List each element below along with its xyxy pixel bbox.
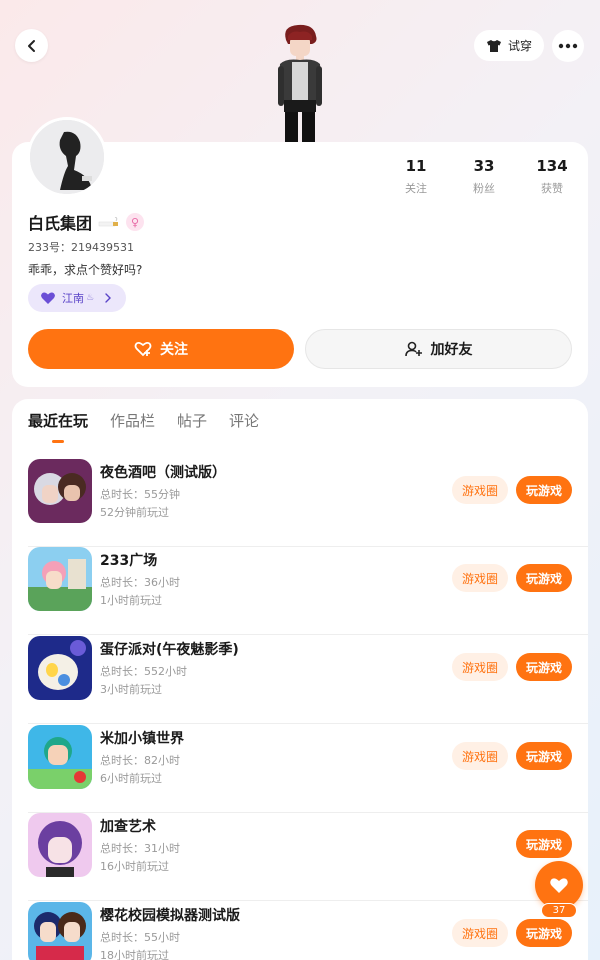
game-title: 夜色酒吧（测试版）: [100, 465, 226, 481]
game-icon-gacha-art: [28, 813, 92, 877]
game-last-played: 1小时前玩过: [100, 594, 162, 607]
play-game-button[interactable]: 玩游戏: [516, 919, 572, 947]
heart-icon: [550, 878, 568, 893]
game-last-played: 18小时前玩过: [100, 949, 169, 960]
location-label: 江南: [62, 292, 84, 305]
game-duration: 总时长：36小时: [100, 576, 180, 589]
game-last-played: 52分钟前玩过: [100, 506, 169, 519]
game-icon-night-bar: [28, 459, 92, 523]
stat-likes[interactable]: 134 获赞: [518, 157, 586, 196]
add-friend-button[interactable]: 加好友: [305, 329, 572, 369]
game-duration: 总时长：55小时: [100, 931, 180, 944]
gender-female-icon: ♀: [126, 213, 145, 231]
game-row[interactable]: 加查艺术 总时长：31小时 16小时前玩过 玩游戏: [12, 813, 588, 901]
heart-icon: [41, 292, 55, 304]
game-duration: 总时长：55分钟: [100, 488, 180, 501]
game-row[interactable]: 夜色酒吧（测试版） 总时长：55分钟 52分钟前玩过 游戏圈 玩游戏: [12, 459, 588, 547]
play-game-button[interactable]: 玩游戏: [516, 564, 572, 592]
stat-label: 粉丝: [473, 182, 495, 195]
avatar[interactable]: [27, 117, 107, 197]
game-last-played: 3小时前玩过: [100, 683, 162, 696]
avatar-image: [30, 120, 104, 194]
character-avatar[interactable]: [268, 22, 332, 144]
like-button[interactable]: [535, 861, 583, 909]
game-title: 蛋仔派对(午夜魅影季): [100, 642, 239, 658]
nickname-row: 白氏集团 ♀: [28, 210, 145, 234]
add-friend-label: 加好友: [430, 342, 473, 358]
stat-value: 134: [536, 157, 568, 175]
game-circle-button[interactable]: 游戏圈: [452, 476, 508, 504]
play-game-button[interactable]: 玩游戏: [516, 830, 572, 858]
game-duration: 总时长：82小时: [100, 754, 180, 767]
game-row[interactable]: 蛋仔派对(午夜魅影季) 总时长：552小时 3小时前玩过 游戏圈 玩游戏: [12, 636, 588, 724]
game-icon-233-plaza: [28, 547, 92, 611]
divider: [28, 900, 588, 901]
stat-value: 33: [473, 157, 495, 175]
tab-posts[interactable]: 帖子: [177, 410, 207, 431]
tab-comments[interactable]: 评论: [229, 410, 259, 431]
more-dots-icon: [558, 43, 578, 49]
game-duration: 总时长：552小时: [100, 665, 187, 678]
game-circle-button[interactable]: 游戏圈: [452, 919, 508, 947]
game-circle-button[interactable]: 游戏圈: [452, 653, 508, 681]
try-on-button[interactable]: 试穿: [474, 30, 544, 61]
game-icon-sakura-school: [28, 902, 92, 960]
play-game-button[interactable]: 玩游戏: [516, 653, 572, 681]
divider: [28, 723, 588, 724]
try-on-label: 试穿: [507, 39, 532, 53]
location-tag[interactable]: 江南 ♨: [28, 284, 126, 312]
game-circle-button[interactable]: 游戏圈: [452, 742, 508, 770]
game-title: 加查艺术: [100, 819, 156, 835]
heart-plus-icon: [134, 341, 152, 357]
game-icon-miga-town: [28, 725, 92, 789]
stat-value: 11: [405, 157, 427, 175]
profile-stats: 11 关注 33 粉丝 134 获赞: [382, 157, 586, 196]
game-last-played: 6小时前玩过: [100, 772, 162, 785]
add-user-icon: [404, 341, 422, 357]
more-button[interactable]: [552, 30, 584, 62]
cigarette-icon: [98, 217, 119, 227]
game-row[interactable]: 233广场 总时长：36小时 1小时前玩过 游戏圈 玩游戏: [12, 547, 588, 635]
back-button[interactable]: [15, 29, 48, 62]
tab-works[interactable]: 作品栏: [110, 410, 155, 431]
like-count-badge: 37: [541, 903, 577, 918]
game-duration: 总时长：31小时: [100, 842, 180, 855]
account-id: 233号：219439531: [28, 241, 134, 254]
play-game-button[interactable]: 玩游戏: [516, 742, 572, 770]
game-title: 233广场: [100, 553, 158, 569]
tshirt-icon: [486, 39, 501, 52]
stat-following[interactable]: 11 关注: [382, 157, 450, 196]
nickname: 白氏集团: [28, 214, 93, 233]
chevron-right-icon: [105, 293, 112, 303]
divider: [28, 634, 588, 635]
game-row[interactable]: 樱花校园模拟器测试版 总时长：55小时 18小时前玩过 游戏圈 玩游戏: [12, 902, 588, 960]
game-last-played: 16小时前玩过: [100, 860, 169, 873]
game-circle-button[interactable]: 游戏圈: [452, 564, 508, 592]
game-title: 米加小镇世界: [100, 731, 184, 747]
game-icon-eggy-party: [28, 636, 92, 700]
game-title: 樱花校园模拟器测试版: [100, 908, 240, 924]
stat-fans[interactable]: 33 粉丝: [450, 157, 518, 196]
bio: 乖乖，求点个赞好吗?: [28, 263, 143, 277]
chevron-left-icon: [27, 39, 35, 52]
play-game-button[interactable]: 玩游戏: [516, 476, 572, 504]
follow-button[interactable]: 关注: [28, 329, 294, 369]
tab-indicator: [52, 440, 64, 443]
sparkle-icon: ♨: [86, 293, 95, 303]
game-row[interactable]: 米加小镇世界 总时长：82小时 6小时前玩过 游戏圈 玩游戏: [12, 725, 588, 813]
tab-recent[interactable]: 最近在玩: [28, 410, 88, 431]
follow-label: 关注: [160, 342, 188, 358]
stat-label: 关注: [405, 182, 427, 195]
stat-label: 获赞: [541, 182, 563, 195]
profile-tabs: 最近在玩 作品栏 帖子 评论: [28, 410, 281, 431]
